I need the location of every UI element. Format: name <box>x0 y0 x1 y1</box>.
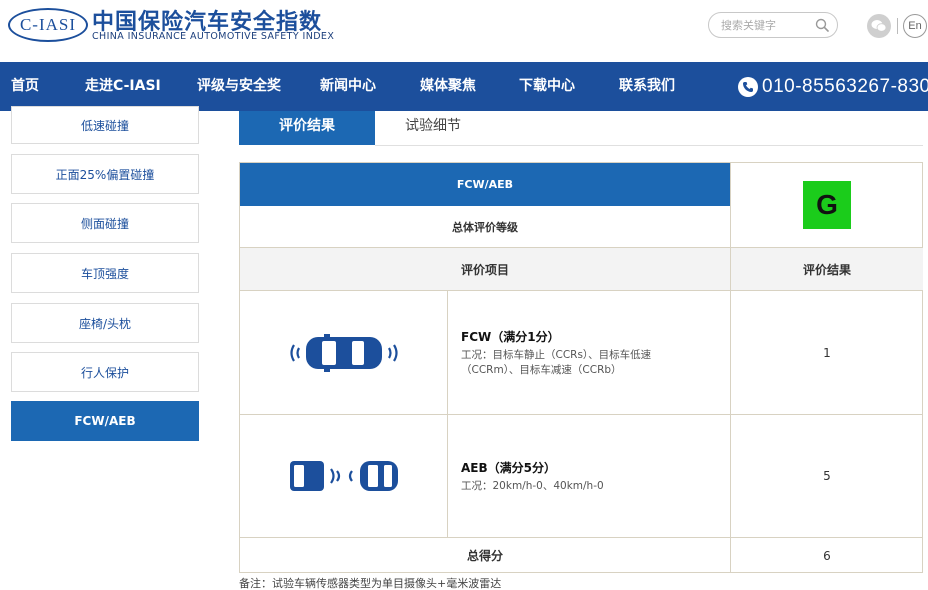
sidebar-item-pedestrian[interactable]: 行人保护 <box>11 352 199 392</box>
car-radar-icon <box>289 333 398 372</box>
test-item-result: 5 <box>730 415 923 538</box>
test-item-result: 1 <box>730 291 923 415</box>
site-header: C-IASI 中国保险汽车安全指数 CHINA INSURANCE AUTOMO… <box>0 0 928 62</box>
sidebar-item-roof-strength[interactable]: 车顶强度 <box>11 253 199 293</box>
overall-grade-cell: G <box>730 163 923 248</box>
table-row-image <box>240 415 448 538</box>
test-item-conditions: 工况：20km/h-0、40km/h-0 <box>461 479 604 492</box>
nav-item-downloads[interactable]: 下载中心 <box>519 62 575 111</box>
grade-badge: G <box>803 181 851 229</box>
hotline-number: 010-85563267-830 <box>762 75 928 97</box>
footnote: 备注：试验车辆传感器类型为单目摄像头+毫米波雷达 <box>239 577 502 590</box>
sidebar-item-low-speed-crash[interactable]: 低速碰撞 <box>11 106 199 144</box>
total-score-value: 6 <box>730 538 923 573</box>
sidebar-item-seat-headrest[interactable]: 座椅/头枕 <box>11 303 199 343</box>
tab-test-details[interactable]: 试验细节 <box>375 111 491 145</box>
table-row-description: AEB（满分5分） 工况：20km/h-0、40km/h-0 <box>448 415 730 538</box>
section-title: FCW/AEB <box>240 163 730 206</box>
nav-item-contact[interactable]: 联系我们 <box>619 62 675 111</box>
results-table: FCW/AEB 总体评价等级 G 评价项目 评价结果 FCW（满分1分） 工况：… <box>239 162 923 573</box>
wechat-icon[interactable] <box>867 14 891 38</box>
header-divider <box>897 18 898 34</box>
car-following-icon <box>289 461 398 491</box>
test-item-conditions: 工况：目标车静止（CCRs）、目标车低速（CCRm）、目标车减速（CCRb） <box>461 348 652 376</box>
overall-rating-label: 总体评价等级 <box>240 206 730 248</box>
phone-icon <box>738 76 758 97</box>
table-row-description: FCW（满分1分） 工况：目标车静止（CCRs）、目标车低速（CCRm）、目标车… <box>448 291 730 415</box>
nav-item-home[interactable]: 首页 <box>11 62 39 111</box>
column-header-result: 评价结果 <box>730 248 923 291</box>
search-icon[interactable] <box>815 18 829 32</box>
sidebar-item-side-crash[interactable]: 侧面碰撞 <box>11 203 199 243</box>
test-item-title: FCW（满分1分） <box>461 329 560 344</box>
language-switch-button[interactable]: En <box>903 14 927 38</box>
column-header-item: 评价项目 <box>240 248 730 291</box>
search-input[interactable] <box>721 17 811 33</box>
site-logo[interactable]: C-IASI <box>8 8 88 42</box>
table-row-image <box>240 291 448 415</box>
test-item-title: AEB（满分5分） <box>461 460 556 475</box>
tab-divider <box>375 145 923 146</box>
tab-results[interactable]: 评价结果 <box>239 111 375 145</box>
main-nav: 首页 走进C-IASI 评级与安全奖 新闻中心 媒体聚焦 下载中心 联系我们 0… <box>0 62 928 111</box>
site-title-en: CHINA INSURANCE AUTOMOTIVE SAFETY INDEX <box>92 31 335 42</box>
hotline: 010-85563267-830 <box>738 62 928 111</box>
nav-item-ratings[interactable]: 评级与安全奖 <box>197 62 281 111</box>
total-score-label: 总得分 <box>466 549 503 563</box>
search-box <box>708 12 838 38</box>
nav-item-media[interactable]: 媒体聚焦 <box>420 62 476 111</box>
sidebar-item-front-25-offset[interactable]: 正面25%偏置碰撞 <box>11 154 199 194</box>
nav-item-about[interactable]: 走进C-IASI <box>85 62 161 111</box>
nav-item-news[interactable]: 新闻中心 <box>320 62 376 111</box>
sidebar-item-fcw-aeb[interactable]: FCW/AEB <box>11 401 199 441</box>
